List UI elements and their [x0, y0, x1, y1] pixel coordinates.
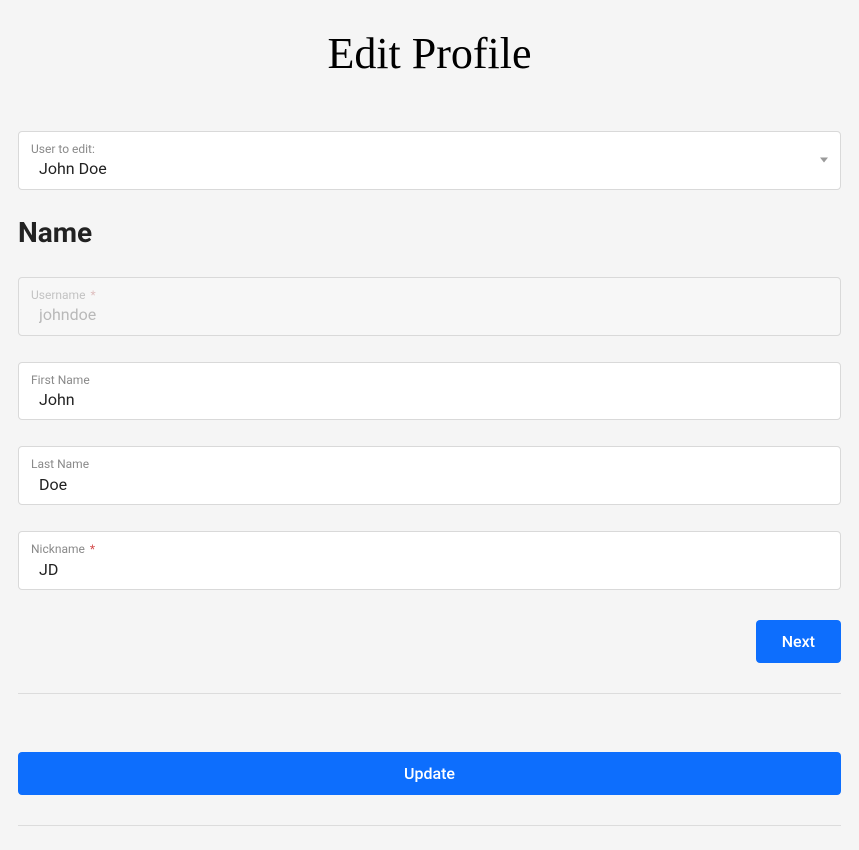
required-indicator: * [90, 542, 95, 556]
first-name-field[interactable]: First Name [18, 362, 841, 421]
user-select-label: User to edit: [31, 142, 828, 156]
username-label: Username * [31, 288, 828, 302]
username-label-text: Username [31, 288, 85, 302]
nickname-input[interactable] [31, 559, 828, 581]
username-input [31, 304, 828, 326]
last-name-field[interactable]: Last Name [18, 446, 841, 505]
next-button[interactable]: Next [756, 620, 841, 663]
last-name-label: Last Name [31, 457, 828, 471]
last-name-input[interactable] [31, 474, 828, 496]
nickname-label-text: Nickname [31, 542, 85, 556]
update-button[interactable]: Update [18, 752, 841, 795]
user-select-value: John Doe [31, 158, 828, 180]
nickname-label: Nickname * [31, 542, 828, 556]
section-name-heading: Name [18, 216, 841, 249]
divider [18, 693, 841, 694]
username-field: Username * [18, 277, 841, 336]
user-select[interactable]: User to edit: John Doe [18, 131, 841, 190]
page-title: Edit Profile [18, 28, 841, 79]
divider [18, 825, 841, 826]
nickname-field[interactable]: Nickname * [18, 531, 841, 590]
first-name-input[interactable] [31, 389, 828, 411]
step-actions: Next [18, 620, 841, 663]
first-name-label: First Name [31, 373, 828, 387]
required-indicator: * [90, 288, 95, 302]
